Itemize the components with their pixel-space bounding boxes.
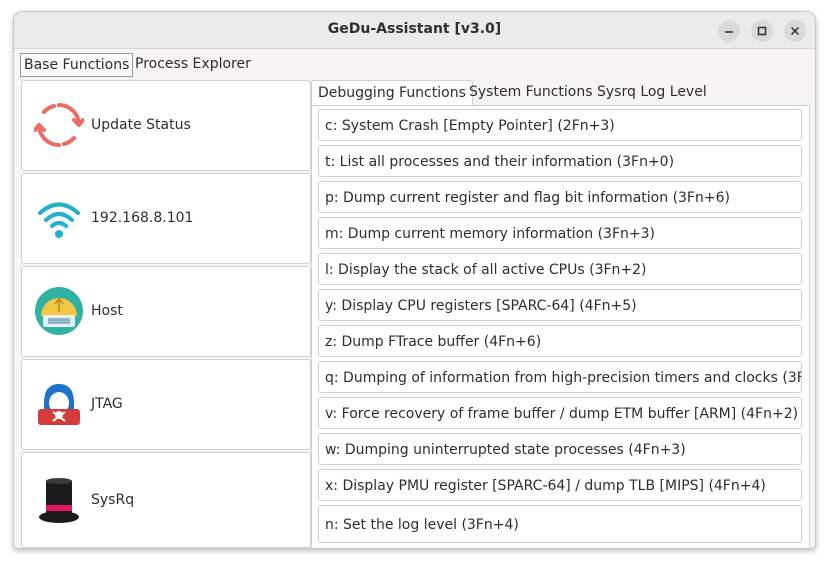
function-button-cpu-registers[interactable]: y: Display CPU registers [SPARC-64] (4Fn…: [318, 289, 802, 321]
close-button[interactable]: [784, 20, 806, 42]
function-button-uninterrupted[interactable]: w: Dumping uninterrupted state processes…: [318, 433, 802, 465]
maximize-icon: [757, 26, 767, 36]
sidebar-item-ip-address[interactable]: 192.168.8.101: [21, 173, 311, 264]
sidebar-item-label: Update Status: [91, 117, 191, 133]
app-window: GeDu-Assistant [v3.0] Base Functions Pro…: [13, 11, 816, 549]
top-hat-icon: [39, 478, 79, 523]
tab-debugging-functions[interactable]: Debugging Functions: [311, 80, 473, 105]
function-button-timers[interactable]: q: Dumping of information from high-prec…: [318, 361, 802, 393]
function-button-dump-registers[interactable]: p: Dump current register and flag bit in…: [318, 181, 802, 213]
function-button-list-processes[interactable]: t: List all processes and their informat…: [318, 145, 802, 177]
minimize-icon: [725, 31, 733, 33]
function-button-cpu-stacks[interactable]: l: Display the stack of all active CPUs …: [318, 253, 802, 285]
sidebar-item-sysrq[interactable]: SysRq: [21, 452, 311, 548]
minimize-button[interactable]: [718, 20, 740, 42]
function-button-ftrace[interactable]: z: Dump FTrace buffer (4Fn+6): [318, 325, 802, 357]
tab-base-functions[interactable]: Base Functions: [20, 53, 134, 77]
sidebar-item-host[interactable]: Host: [21, 266, 311, 357]
sidebar-item-jtag[interactable]: JTAG: [21, 359, 311, 450]
function-button-dump-memory[interactable]: m: Dump current memory information (3Fn+…: [318, 217, 802, 249]
wifi-icon: [38, 202, 80, 238]
function-panel: Debugging Functions System Functions Sys…: [311, 78, 811, 548]
sidebar-item-update-status[interactable]: Update Status: [21, 80, 311, 171]
tab-system-functions[interactable]: System Functions: [463, 80, 599, 104]
function-button-crash[interactable]: c: System Crash [Empty Pointer] (2Fn+3): [318, 109, 802, 141]
hacker-icon: [38, 384, 80, 425]
sidebar-item-label: Host: [91, 303, 123, 319]
tab-sysrq-log-level[interactable]: Sysrq Log Level: [591, 80, 713, 104]
tab-process-explorer[interactable]: Process Explorer: [132, 53, 254, 75]
sidebar-item-label: 192.168.8.101: [91, 210, 194, 226]
function-button-pmu-register[interactable]: x: Display PMU register [SPARC-64] / dum…: [318, 469, 802, 501]
title-bar: GeDu-Assistant [v3.0]: [14, 12, 815, 49]
window-title: GeDu-Assistant [v3.0]: [327, 21, 502, 37]
sidebar-item-label: JTAG: [91, 396, 123, 412]
function-button-frame-buffer[interactable]: v: Force recovery of frame buffer / dump…: [318, 397, 802, 429]
sidebar-item-label: SysRq: [91, 492, 135, 508]
sidebar: Update Status 192.168.8.101 Host JTAG Sy…: [21, 80, 311, 548]
maximize-button[interactable]: [751, 20, 773, 42]
host-icon: [35, 287, 83, 335]
refresh-icon: [34, 103, 84, 147]
function-list: c: System Crash [Empty Pointer] (2Fn+3) …: [311, 105, 810, 548]
close-icon: [790, 26, 800, 36]
function-button-log-level[interactable]: n: Set the log level (3Fn+4): [318, 505, 802, 543]
outer-tab-bar: Base Functions Process Explorer: [14, 49, 815, 79]
